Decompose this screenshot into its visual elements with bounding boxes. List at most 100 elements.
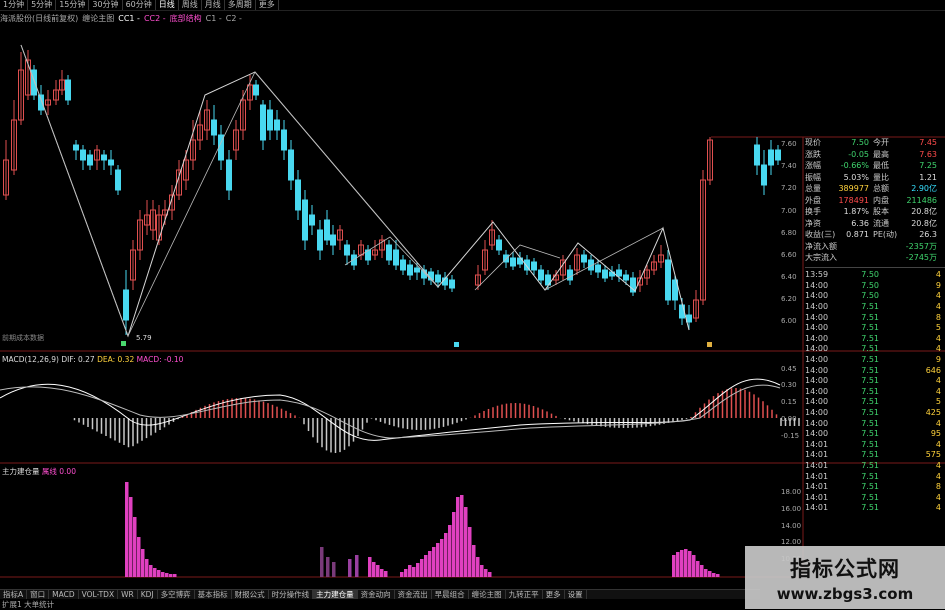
indicator-tab[interactable]: 设置: [565, 590, 587, 599]
quote-row: 总量 389977 总额 2.90亿: [805, 183, 945, 195]
volume-bar: [404, 569, 408, 577]
macd-dif: DIF: 0.27: [61, 355, 95, 364]
volume-bar: [700, 565, 704, 577]
tick-cell: 14:00: [805, 376, 829, 386]
indicator-tab[interactable]: 缠论主图: [469, 590, 506, 599]
volume-bar: [416, 563, 420, 577]
indicator-tab[interactable]: 九转正平: [506, 590, 543, 599]
tick-cell: 4: [935, 270, 941, 280]
tick-cell: 7.51: [861, 439, 879, 449]
price-axis-label: 7.40: [781, 162, 797, 170]
tick-cell: 4: [935, 333, 941, 343]
quote-cell: 26.3: [919, 230, 937, 240]
indicator-tab[interactable]: 财报公式: [232, 590, 269, 599]
volume-bar: [428, 551, 432, 577]
quote-cell: 涨幅: [805, 161, 821, 171]
tick-cell: 425: [925, 408, 941, 418]
indicator-tab[interactable]: 指标A: [0, 590, 28, 599]
indicator-tab[interactable]: VOL-TDX: [79, 590, 119, 599]
candle-body: [393, 249, 399, 266]
volume-bar: [355, 555, 359, 577]
indicator-tab[interactable]: 资金动向: [358, 590, 395, 599]
candle-body: [567, 269, 573, 281]
candle-body: [665, 259, 671, 301]
volume-bar: [688, 551, 692, 577]
macd-dif-line: [0, 378, 781, 441]
tick-cell: 4: [935, 291, 941, 301]
indicator-tab[interactable]: 早晨组合: [432, 590, 469, 599]
indicator-tab[interactable]: 更多: [543, 590, 565, 599]
tick-row: 14:01 7.51 4: [805, 460, 945, 471]
candle-body: [616, 269, 622, 277]
tick-cell: 14:00: [805, 408, 829, 418]
macd-title[interactable]: MACD(12,26,9): [2, 355, 59, 364]
candle-body: [101, 154, 107, 161]
status-bar: 扩展1 大单统计: [2, 600, 55, 609]
candle-body: [281, 129, 287, 151]
volume-bar: [488, 572, 492, 577]
volume-header: 主力建仓量 属线 0.00: [2, 466, 76, 477]
indicator-tab[interactable]: 窗口: [27, 590, 50, 599]
candle-body: [87, 154, 93, 166]
kline-chart-canvas[interactable]: 7.60 7.40 7.20 7.00 6.80 6.60 6.40 6.20 6.00 0.45…: [0, 0, 945, 609]
indicator-tab[interactable]: 多空博弈: [158, 590, 195, 599]
tick-row: 14:00 7.51 646: [805, 365, 945, 376]
volume-bar: [692, 555, 696, 577]
tick-cell: 4: [935, 386, 941, 396]
price-axis-label: 6.40: [781, 273, 797, 281]
quote-cell: 净流入额: [805, 241, 837, 251]
volume-bar: [137, 537, 141, 577]
volume-bar: [149, 565, 153, 577]
tick-cell: 7.51: [861, 471, 879, 481]
tick-row: 14:01 7.51 4: [805, 492, 945, 503]
volume-bar: [400, 572, 404, 577]
tick-cell: 14:00: [805, 386, 829, 396]
indicator-tab[interactable]: WR: [118, 590, 138, 599]
quote-row: 收益(三) 0.871 PE(动) 26.3: [805, 229, 945, 241]
candle-body: [226, 159, 232, 191]
tick-row: 14:00 7.51 4: [805, 333, 945, 344]
quote-cell: 换手: [805, 207, 821, 217]
volume-bar: [476, 557, 480, 577]
tick-cell: 7.50: [861, 270, 879, 280]
candle-body: [510, 257, 516, 267]
quote-row: 大宗流入 -2745万: [805, 252, 945, 264]
volume-bar: [696, 561, 700, 577]
quote-cell: 7.45: [919, 138, 937, 148]
tick-cell: 14:01: [805, 492, 829, 502]
watermark-title: 指标公式网: [790, 556, 900, 581]
candle-body: [581, 254, 587, 263]
indicator-tab[interactable]: KDJ: [138, 590, 158, 599]
indicator-tab[interactable]: 时分操作线: [269, 590, 314, 599]
tick-row: 14:00 7.51 4: [805, 418, 945, 429]
tick-cell: 4: [935, 492, 941, 502]
volume-bar: [708, 571, 712, 577]
candle-body: [317, 229, 323, 251]
indicator-tab-bar: 指标A 窗口 MACD VOL-TDX WR KDJ 多空博弈 基本指标 财报公式 时分操作线 主力…: [0, 589, 760, 599]
quote-cell: 现价: [805, 138, 821, 148]
tick-cell: 14:00: [805, 344, 829, 354]
indicator-tab[interactable]: 主力建仓量: [313, 590, 358, 599]
tick-cell: 4: [935, 503, 941, 513]
candle-body: [38, 94, 44, 111]
tick-cell: 7.51: [861, 503, 879, 513]
tick-cell: 7.51: [861, 344, 879, 354]
quote-row: 净资 6.36 流通 20.8亿: [805, 218, 945, 230]
indicator-tab[interactable]: 资金流出: [395, 590, 432, 599]
volume-title[interactable]: 主力建仓量: [2, 467, 40, 476]
tick-row: 14:01 7.51 8: [805, 481, 945, 492]
tick-cell: 575: [925, 450, 941, 460]
volume-bar: [412, 567, 416, 577]
quote-row: 振幅 5.03% 量比 1.21: [805, 172, 945, 184]
watermark-url: www.zbgs3.com: [776, 584, 914, 603]
tick-cell: 9: [935, 280, 941, 290]
indicator-tab[interactable]: 基本指标: [195, 590, 232, 599]
tick-cell: 7.51: [861, 376, 879, 386]
quote-cell: -0.66%: [840, 161, 869, 171]
volume-bar: [480, 565, 484, 577]
volume-bar: [448, 525, 452, 577]
tick-cell: 13:59: [805, 270, 829, 280]
price-axis-label: 6.00: [781, 317, 797, 325]
tick-cell: 14:00: [805, 429, 829, 439]
indicator-tab[interactable]: MACD: [49, 590, 79, 599]
